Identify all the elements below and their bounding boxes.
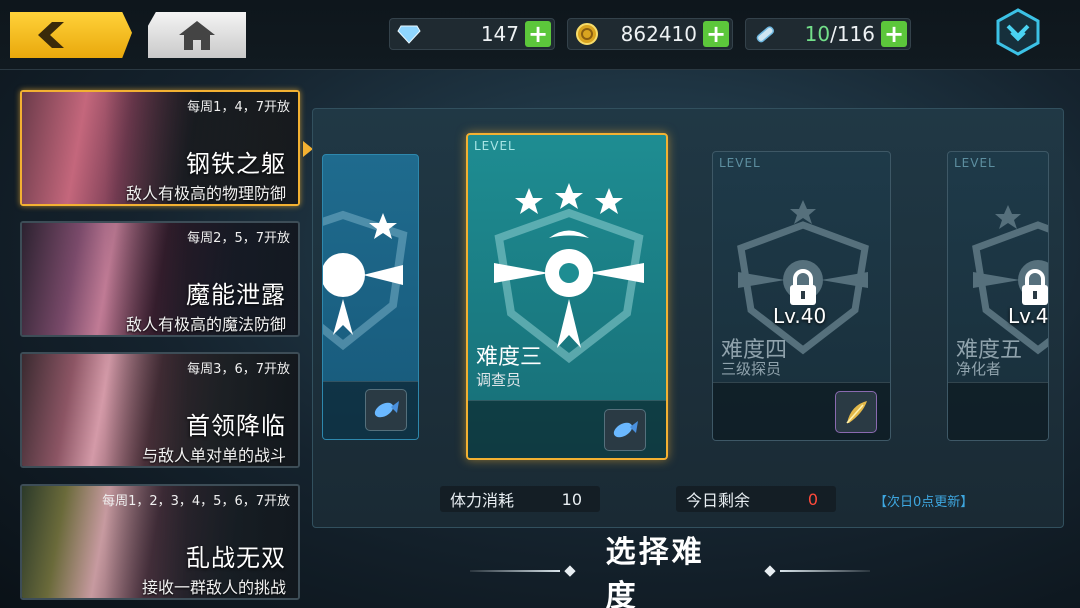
mode-description: 与敌人单对单的战斗 xyxy=(141,446,286,465)
menu-dropdown-button[interactable] xyxy=(994,8,1042,56)
gem-counter: 147 + xyxy=(389,18,555,50)
home-icon xyxy=(179,21,215,50)
feather-icon xyxy=(846,401,867,424)
level-tag: LEVEL xyxy=(954,156,996,170)
chevron-down-icon xyxy=(996,8,1040,56)
lock-icon xyxy=(1022,269,1048,305)
gold-amount: 862410 xyxy=(620,22,697,46)
back-button[interactable] xyxy=(10,12,132,58)
unlock-level: Lv.4 xyxy=(1008,304,1049,328)
difficulty-rank: 调查员 xyxy=(476,371,522,389)
gold-counter: 862410 + xyxy=(567,18,733,50)
stamina-current: 10 xyxy=(804,22,831,46)
mode-name: 魔能泄露 xyxy=(186,281,286,309)
lock-icon xyxy=(790,269,816,305)
stamina-cost-value: 10 xyxy=(561,489,582,509)
mode-boss-descent[interactable]: 每周3，6，7开放 首领降临 与敌人单对单的战斗 xyxy=(20,352,300,468)
difficulty-card-2[interactable] xyxy=(322,154,419,440)
coin-icon xyxy=(572,22,602,46)
difficulty-card-3[interactable]: LEVEL 难度三 调查员 xyxy=(466,133,668,460)
diamond-divider-icon xyxy=(564,565,576,577)
mode-schedule: 每周1，4，7开放 xyxy=(187,100,290,115)
diamond-icon xyxy=(394,22,424,46)
difficulty-rank: 三级探员 xyxy=(721,360,782,378)
mode-magic-leak[interactable]: 每周2，5，7开放 魔能泄露 敌人有极高的魔法防御 xyxy=(20,221,300,337)
add-gems-button[interactable]: + xyxy=(525,21,551,47)
mode-description: 接收一群敌人的挑战 xyxy=(141,578,286,597)
top-bar: 147 + 862410 + 10/116 + xyxy=(0,0,1080,70)
mode-schedule: 每周2，5，7开放 xyxy=(187,231,290,246)
gem-amount: 147 xyxy=(480,22,519,46)
chevron-left-icon xyxy=(38,22,64,48)
difficulty-rank: 净化者 xyxy=(956,360,1002,378)
mode-iron-body[interactable]: 每周1，4，7开放 钢铁之躯 敌人有极高的物理防御 xyxy=(20,90,300,206)
remaining-value: 0 xyxy=(807,489,818,509)
reward-item[interactable] xyxy=(835,391,877,433)
remaining-label: 今日剩余 xyxy=(686,491,751,510)
add-gold-button[interactable]: + xyxy=(703,21,729,47)
home-button[interactable] xyxy=(148,12,246,58)
refresh-note: 【次日0点更新】 xyxy=(874,495,974,510)
stamina-cost-label: 体力消耗 xyxy=(450,491,515,510)
mode-description: 敌人有极高的物理防御 xyxy=(125,184,286,203)
remaining-attempts: 今日剩余 0 xyxy=(676,486,836,512)
diamond-divider-icon xyxy=(764,565,776,577)
stamina-counter: 10/116 + xyxy=(745,18,911,50)
difficulty-card-4[interactable]: LEVEL Lv.40 难度四 三级探员 xyxy=(712,151,891,441)
level-tag: LEVEL xyxy=(719,156,761,170)
mode-melee-brawl[interactable]: 每周1，2，3，4，5，6，7开放 乱战无双 接收一群敌人的挑战 xyxy=(20,484,300,600)
select-difficulty-title: 选择难度 xyxy=(605,535,705,608)
unlock-level: Lv.40 xyxy=(773,304,827,328)
reward-item[interactable] xyxy=(604,409,646,451)
footer-title: 选择难度 xyxy=(470,535,870,608)
stamina-icon xyxy=(750,22,780,46)
mode-name: 钢铁之躯 xyxy=(186,150,286,178)
mode-description: 敌人有极高的魔法防御 xyxy=(125,315,286,334)
stamina-max: /116 xyxy=(830,22,875,46)
mode-schedule: 每周1，2，3，4，5，6，7开放 xyxy=(102,494,290,509)
add-stamina-button[interactable]: + xyxy=(881,21,907,47)
level-tag: LEVEL xyxy=(474,139,516,153)
fish-icon xyxy=(374,401,399,418)
mode-schedule: 每周3，6，7开放 xyxy=(187,362,290,377)
mode-name: 首领降临 xyxy=(186,412,286,440)
difficulty-name: 难度三 xyxy=(476,345,543,370)
stamina-cost: 体力消耗 10 xyxy=(440,486,600,512)
difficulty-emblem-icon xyxy=(323,210,408,351)
difficulty-card-5[interactable]: LEVEL Lv.4 难度五 净化者 xyxy=(947,151,1049,441)
fish-icon xyxy=(613,421,638,438)
reward-item[interactable] xyxy=(365,389,407,431)
mode-name: 乱战无双 xyxy=(186,544,286,572)
